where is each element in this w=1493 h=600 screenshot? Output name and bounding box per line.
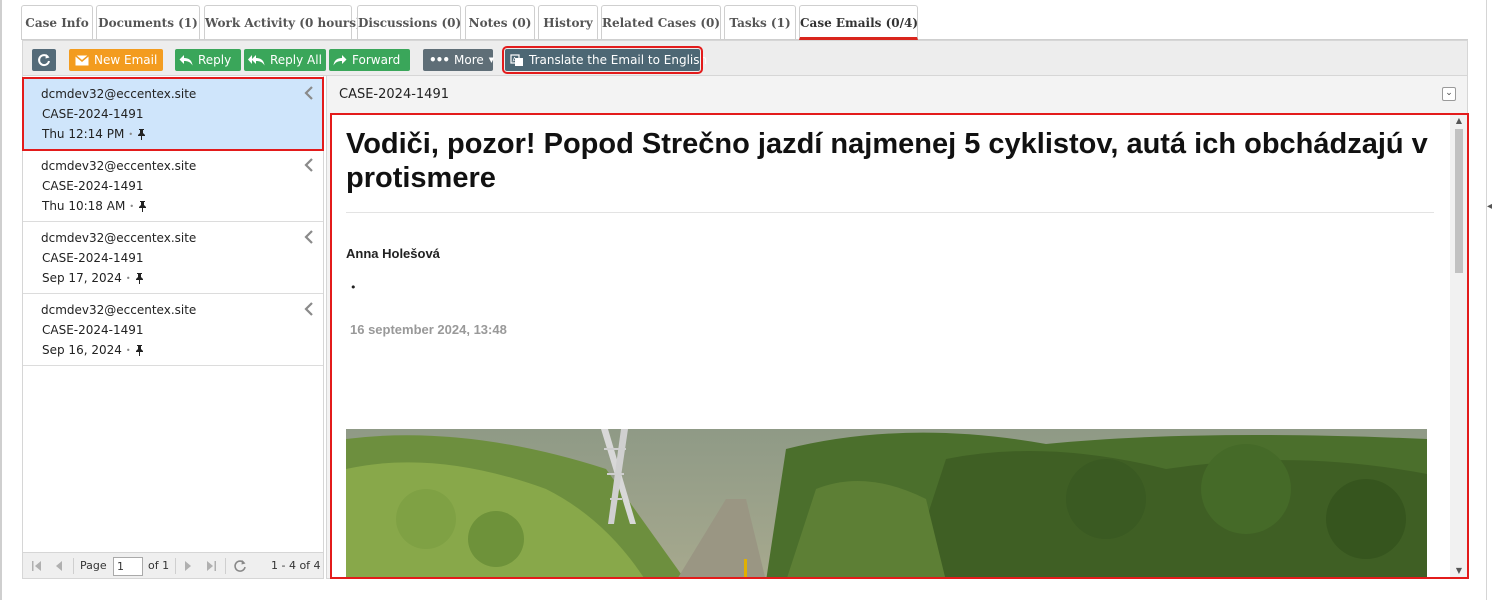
window-right-border — [1486, 0, 1487, 600]
reload-icon[interactable] — [233, 559, 247, 573]
pager-divider — [73, 558, 74, 574]
email-list-item[interactable]: dcmdev32@eccentex.site CASE-2024-1491 Th… — [23, 150, 323, 222]
email-list-item[interactable]: dcmdev32@eccentex.site CASE-2024-1491 Se… — [23, 294, 323, 366]
pager-divider — [225, 558, 226, 574]
email-body: Vodiči, pozor! Popod Strečno jazdí najme… — [346, 115, 1436, 195]
more-label: More — [454, 53, 484, 67]
translate-email-button[interactable]: A Translate the Email to English — [502, 46, 707, 74]
email-list-item[interactable]: dcmdev32@eccentex.site CASE-2024-1491 Th… — [22, 77, 324, 151]
envelope-icon — [75, 54, 89, 65]
email-subject: CASE-2024-1491 — [339, 87, 449, 102]
window-left-border — [0, 0, 2, 600]
translate-label: Translate the Email to English — [529, 53, 708, 67]
pin-icon[interactable] — [135, 272, 144, 284]
tab-discussions[interactable]: Discussions (0) — [357, 5, 461, 39]
headline-divider — [346, 212, 1434, 213]
reading-header: CASE-2024-1491 ⌄ — [327, 76, 1467, 112]
reply-all-icon — [248, 55, 265, 66]
scroll-thumb[interactable] — [1455, 129, 1463, 273]
email-date: Thu 10:18 AM • — [42, 199, 147, 213]
email-scrollbar[interactable]: ▲ ▼ — [1450, 115, 1467, 577]
article-date: 16 september 2024, 13:48 — [350, 322, 507, 337]
email-toolbar: New Email Reply Reply All Forward ••• Mo… — [22, 40, 1468, 76]
email-case-id: CASE-2024-1491 — [42, 179, 144, 193]
page-label: Page — [80, 559, 107, 572]
collapse-toggle-button[interactable]: ⌄ — [1442, 87, 1456, 101]
email-date-text: Thu 10:18 AM — [42, 199, 126, 213]
scroll-down-arrow-icon[interactable]: ▼ — [1454, 566, 1464, 576]
new-email-label: New Email — [94, 53, 158, 67]
tab-documents[interactable]: Documents (1) — [96, 5, 200, 39]
email-case-id: CASE-2024-1491 — [42, 251, 144, 265]
email-date: Sep 17, 2024 • — [42, 271, 144, 285]
tab-history[interactable]: History — [538, 5, 598, 39]
prev-page-icon[interactable] — [54, 560, 64, 572]
email-date-text: Sep 16, 2024 — [42, 343, 122, 357]
more-dropdown-button[interactable]: ••• More ▼ — [423, 49, 495, 71]
reply-all-button[interactable]: Reply All — [244, 49, 326, 71]
last-page-icon[interactable] — [205, 560, 217, 572]
email-body-frame: Vodiči, pozor! Popod Strečno jazdí najme… — [330, 113, 1469, 579]
chevron-left-icon[interactable] — [304, 86, 314, 100]
chevron-left-icon[interactable] — [304, 158, 314, 172]
case-tabbar: Case Info Documents (1) Work Activity (0… — [21, 5, 1468, 40]
email-case-id: CASE-2024-1491 — [42, 107, 144, 121]
dot-icon: • — [125, 345, 131, 355]
pin-icon[interactable] — [137, 128, 146, 140]
dot-icon: • — [125, 273, 131, 283]
dot-icon: • — [129, 201, 135, 211]
page-number-input[interactable]: 1 — [113, 557, 143, 576]
translate-icon: A — [510, 53, 523, 66]
page-of-label: of 1 — [148, 559, 170, 572]
reply-button[interactable]: Reply — [175, 49, 241, 71]
panel-collapse-handle[interactable]: ◂ — [1487, 196, 1493, 218]
email-date: Sep 16, 2024 • — [42, 343, 144, 357]
chevron-left-icon[interactable] — [304, 302, 314, 316]
email-sender: dcmdev32@eccentex.site — [41, 159, 197, 173]
tab-notes[interactable]: Notes (0) — [465, 5, 535, 39]
first-page-icon[interactable] — [31, 560, 43, 572]
pin-icon[interactable] — [138, 200, 147, 212]
tab-related-cases[interactable]: Related Cases (0) — [601, 5, 721, 39]
article-photo — [346, 429, 1427, 577]
chevron-left-icon[interactable] — [304, 230, 314, 244]
pin-icon[interactable] — [135, 344, 144, 356]
pagination-bar: Page 1 of 1 1 - 4 of 4 — [23, 552, 323, 578]
ellipsis-icon: ••• — [429, 53, 450, 67]
tab-work-activity[interactable]: Work Activity (0 hours) — [204, 5, 362, 39]
email-reading-pane: CASE-2024-1491 ⌄ Vodiči, pozor! Popod St… — [326, 76, 1469, 579]
new-email-button[interactable]: New Email — [69, 49, 163, 71]
forward-icon — [333, 55, 347, 66]
scroll-up-arrow-icon[interactable]: ▲ — [1454, 116, 1464, 126]
tab-case-info[interactable]: Case Info — [21, 5, 93, 39]
reply-all-label: Reply All — [270, 53, 322, 67]
email-date-text: Sep 17, 2024 — [42, 271, 122, 285]
refresh-icon — [38, 54, 50, 67]
forest-road-image — [346, 429, 1427, 577]
caret-down-icon: ▼ — [488, 56, 495, 64]
email-list-item[interactable]: dcmdev32@eccentex.site CASE-2024-1491 Se… — [23, 222, 323, 294]
tab-case-emails[interactable]: Case Emails (0/4) — [799, 5, 918, 40]
email-sender: dcmdev32@eccentex.site — [41, 303, 197, 317]
email-case-id: CASE-2024-1491 — [42, 323, 144, 337]
email-date-text: Thu 12:14 PM — [42, 127, 125, 141]
article-author: Anna Holešová — [346, 246, 440, 261]
dot-icon: • — [128, 129, 134, 139]
page-range-label: 1 - 4 of 4 — [271, 559, 321, 572]
bullet-marker: • — [350, 281, 357, 294]
reply-label: Reply — [198, 53, 232, 67]
forward-label: Forward — [352, 53, 401, 67]
email-sender: dcmdev32@eccentex.site — [41, 231, 197, 245]
article-headline: Vodiči, pozor! Popod Strečno jazdí najme… — [346, 128, 1428, 194]
email-sender: dcmdev32@eccentex.site — [41, 87, 197, 101]
email-date: Thu 12:14 PM • — [42, 127, 146, 141]
pager-divider — [175, 558, 176, 574]
forward-button[interactable]: Forward — [329, 49, 410, 71]
reply-icon — [179, 55, 193, 66]
next-page-icon[interactable] — [183, 560, 193, 572]
tab-tasks[interactable]: Tasks (1) — [724, 5, 796, 39]
refresh-button[interactable] — [32, 49, 56, 71]
double-chevron-down-icon: ⌄ — [1445, 88, 1453, 98]
email-list-panel: dcmdev32@eccentex.site CASE-2024-1491 Th… — [22, 76, 324, 579]
